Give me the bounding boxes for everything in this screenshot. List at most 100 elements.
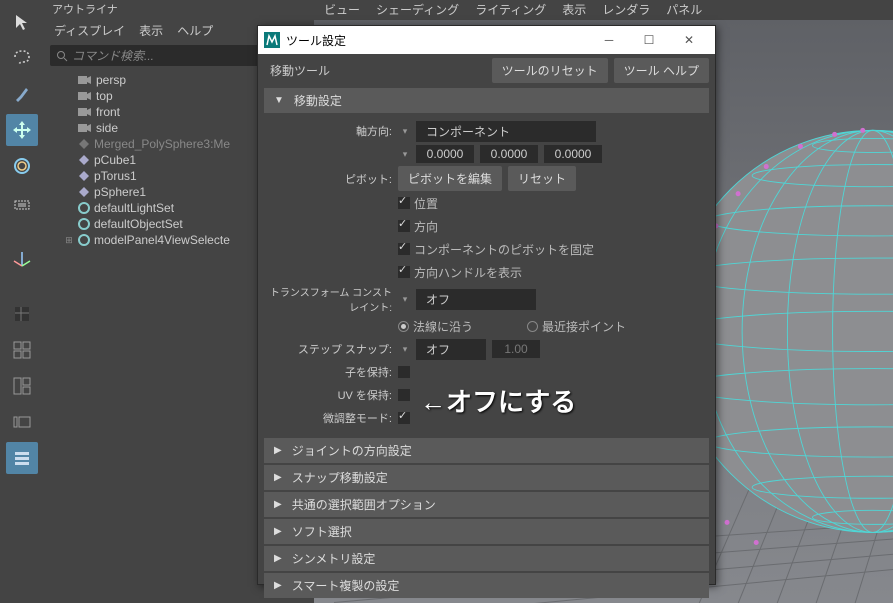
chevron-right-icon: ▶ — [274, 499, 282, 510]
tree-label: pTorus1 — [94, 169, 137, 183]
layout-1-icon[interactable] — [6, 334, 38, 366]
section-joint-orient[interactable]: ▶ジョイントの方向設定 — [264, 438, 709, 463]
close-button[interactable]: ✕ — [669, 26, 709, 54]
left-tool-rail — [0, 0, 44, 603]
tweak-mode-label: 微調整モード: — [268, 410, 398, 426]
menu-show[interactable]: 表示 — [139, 22, 163, 39]
reset-pivot-button[interactable]: リセット — [508, 166, 576, 191]
layout-4-icon[interactable] — [6, 442, 38, 474]
coord-y-field[interactable]: 0.0000 — [480, 145, 538, 163]
dropdown-arrow-icon[interactable]: ▾ — [398, 123, 412, 139]
section-label: ソフト選択 — [292, 523, 352, 540]
section-move-settings[interactable]: ▼ 移動設定 — [264, 88, 709, 113]
vp-menu-shading[interactable]: シェーディング — [376, 1, 459, 18]
section-symmetry[interactable]: ▶シンメトリ設定 — [264, 546, 709, 571]
section-label: 移動設定 — [294, 92, 342, 109]
radio-nearest-point[interactable]: 最近接ポイント — [527, 318, 626, 335]
mesh-icon — [78, 186, 90, 198]
edit-pivot-button[interactable]: ピボットを編集 — [398, 166, 502, 191]
chk-orient-handle[interactable]: 方向ハンドルを表示 — [398, 264, 522, 281]
set-icon — [78, 234, 90, 246]
menu-help[interactable]: ヘルプ — [177, 22, 213, 39]
xform-dropdown[interactable]: オフ — [416, 289, 536, 310]
radio-label-text: 最近接ポイント — [542, 318, 626, 335]
tool-name-label: 移動ツール — [264, 62, 486, 79]
chevron-right-icon: ▶ — [274, 580, 282, 591]
outliner-title: アウトライナ — [44, 0, 314, 18]
step-snap-value[interactable]: 1.00 — [492, 340, 540, 358]
checkbox-icon — [398, 220, 410, 232]
layout-2-icon[interactable] — [6, 370, 38, 402]
dropdown-arrow-icon[interactable]: ▾ — [398, 291, 412, 307]
section-label: ジョイントの方向設定 — [292, 442, 412, 459]
chk-label-text: コンポーネントのピボットを固定 — [414, 241, 594, 258]
maximize-button[interactable]: ☐ — [629, 26, 669, 54]
move-settings-body: 軸方向: ▾ コンポーネント ▾ 0.0000 0.0000 0.0000 ピボ… — [258, 115, 715, 436]
vp-menu-show[interactable]: 表示 — [562, 1, 586, 18]
radio-icon — [398, 321, 409, 332]
mesh-icon — [78, 138, 90, 150]
chevron-right-icon: ▶ — [274, 526, 282, 537]
viewport-menubar: ビュー シェーディング ライティング 表示 レンダラ パネル — [314, 0, 893, 18]
camera-icon — [78, 75, 92, 85]
manipulator-icon[interactable] — [6, 242, 38, 274]
menu-display[interactable]: ディスプレイ — [54, 22, 125, 39]
chk-position[interactable]: 位置 — [398, 195, 438, 212]
step-snap-label: ステップ スナップ: — [268, 341, 398, 357]
search-placeholder: コマンド検索... — [72, 47, 154, 64]
chk-keep-uv[interactable] — [398, 389, 410, 401]
vp-menu-renderer[interactable]: レンダラ — [602, 1, 650, 18]
checkbox-icon — [398, 197, 410, 209]
rotate-tool[interactable] — [6, 150, 38, 182]
section-label: スナップ移動設定 — [292, 469, 388, 486]
coord-z-field[interactable]: 0.0000 — [544, 145, 602, 163]
section-soft-select[interactable]: ▶ ソフト選択 — [264, 519, 709, 544]
layout-3-icon[interactable] — [6, 406, 38, 438]
dialog-titlebar[interactable]: ツール設定 ─ ☐ ✕ — [258, 26, 715, 54]
snap-grid-icon[interactable] — [6, 298, 38, 330]
tree-label: side — [96, 121, 118, 135]
vp-menu-lighting[interactable]: ライティング — [475, 1, 546, 18]
axis-label: 軸方向: — [268, 123, 398, 139]
chevron-down-icon: ▼ — [274, 95, 284, 106]
select-tool[interactable] — [6, 6, 38, 38]
tool-help-button[interactable]: ツール ヘルプ — [614, 58, 709, 83]
pivot-label: ピボット: — [268, 171, 398, 187]
lasso-tool[interactable] — [6, 42, 38, 74]
step-snap-dropdown[interactable]: オフ — [416, 339, 486, 360]
dropdown-arrow-icon[interactable]: ▾ — [398, 341, 412, 357]
tree-label: Merged_PolySphere3:Me — [94, 137, 230, 151]
section-snap-move[interactable]: ▶スナップ移動設定 — [264, 465, 709, 490]
section-label: 共通の選択範囲オプション — [292, 496, 436, 513]
coord-x-field[interactable]: 0.0000 — [416, 145, 474, 163]
chk-tweak-mode[interactable] — [398, 412, 410, 424]
checkbox-icon — [398, 266, 410, 278]
scale-tool[interactable] — [6, 186, 38, 218]
chk-comp-pivot[interactable]: コンポーネントのピボットを固定 — [398, 241, 594, 258]
tool-settings-dialog: ツール設定 ─ ☐ ✕ 移動ツール ツールのリセット ツール ヘルプ ▼ 移動設定… — [257, 25, 716, 585]
tree-label: pCube1 — [94, 153, 136, 167]
keep-children-label: 子を保持: — [268, 364, 398, 380]
chk-label-text: 方向 — [414, 218, 438, 235]
section-label: シンメトリ設定 — [292, 550, 376, 567]
vp-menu-panels[interactable]: パネル — [666, 1, 702, 18]
reset-tool-button[interactable]: ツールのリセット — [492, 58, 608, 83]
paint-select-tool[interactable] — [6, 78, 38, 110]
section-common-select[interactable]: ▶ 共通の選択範囲オプション — [264, 492, 709, 517]
dialog-toolbar: 移動ツール ツールのリセット ツール ヘルプ — [258, 54, 715, 86]
expand-icon[interactable]: ⊞ — [64, 235, 74, 246]
chk-orientation[interactable]: 方向 — [398, 218, 438, 235]
checkbox-icon — [398, 243, 410, 255]
move-tool[interactable] — [6, 114, 38, 146]
dropdown-arrow-icon[interactable]: ▾ — [398, 146, 412, 162]
minimize-button[interactable]: ─ — [589, 26, 629, 54]
camera-icon — [78, 123, 92, 133]
tree-label: persp — [96, 73, 126, 87]
camera-icon — [78, 91, 92, 101]
section-label: スマート複製の設定 — [292, 577, 400, 594]
chk-keep-children[interactable] — [398, 366, 410, 378]
vp-menu-view[interactable]: ビュー — [324, 1, 360, 18]
radio-edge-normal[interactable]: 法線に沿う — [398, 318, 473, 335]
axis-dropdown[interactable]: コンポーネント — [416, 121, 596, 142]
section-smart-dup[interactable]: ▶ スマート複製の設定 — [264, 573, 709, 598]
